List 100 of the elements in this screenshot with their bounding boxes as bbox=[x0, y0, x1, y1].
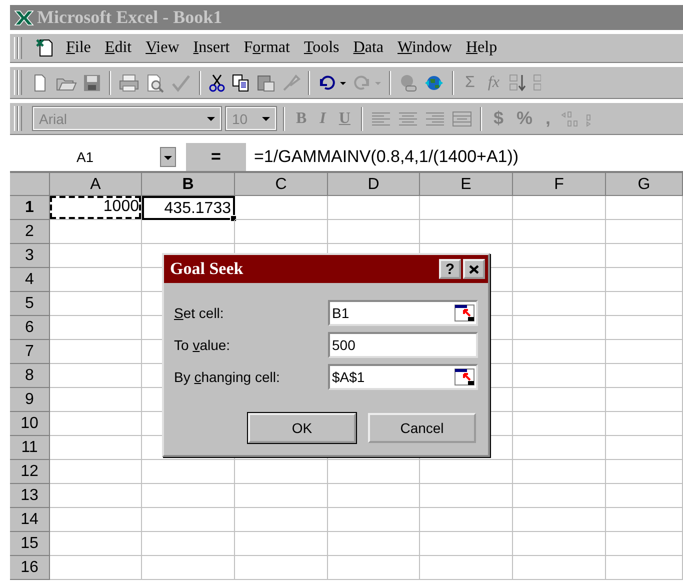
table-cell[interactable] bbox=[420, 508, 513, 532]
table-cell[interactable] bbox=[513, 316, 606, 340]
table-cell[interactable] bbox=[420, 460, 513, 484]
fill-handle[interactable] bbox=[230, 215, 237, 222]
table-cell[interactable] bbox=[420, 196, 513, 220]
input-field[interactable]: B1 bbox=[328, 300, 478, 326]
row-header[interactable]: 12 bbox=[10, 460, 50, 484]
collapse-dialog-icon[interactable] bbox=[454, 303, 476, 323]
copy-icon[interactable] bbox=[231, 72, 251, 92]
row-header[interactable]: 11 bbox=[10, 436, 50, 460]
toolbar-grip[interactable] bbox=[14, 70, 22, 95]
table-cell[interactable] bbox=[328, 532, 420, 556]
table-cell[interactable] bbox=[513, 340, 606, 364]
table-cell[interactable] bbox=[513, 388, 606, 412]
table-cell[interactable] bbox=[420, 484, 513, 508]
table-cell[interactable] bbox=[513, 364, 606, 388]
table-cell[interactable] bbox=[50, 412, 142, 436]
menu-item[interactable]: Data bbox=[346, 39, 390, 57]
row-header[interactable]: 3 bbox=[10, 244, 50, 268]
table-cell[interactable] bbox=[513, 556, 606, 580]
scissors-icon[interactable] bbox=[208, 72, 226, 92]
table-cell[interactable] bbox=[142, 508, 235, 532]
table-cell[interactable] bbox=[513, 244, 606, 268]
hyperlink-globe-icon[interactable] bbox=[398, 72, 418, 92]
table-cell[interactable] bbox=[328, 556, 420, 580]
table-cell[interactable] bbox=[50, 556, 142, 580]
table-cell[interactable] bbox=[50, 364, 142, 388]
row-header[interactable]: 16 bbox=[10, 556, 50, 580]
table-cell[interactable] bbox=[50, 220, 142, 244]
table-cell[interactable] bbox=[328, 220, 420, 244]
increase-decimal-icon[interactable] bbox=[560, 108, 580, 128]
table-cell[interactable] bbox=[606, 436, 683, 460]
menu-item[interactable]: Tools bbox=[296, 39, 346, 57]
table-cell[interactable] bbox=[50, 316, 142, 340]
column-header[interactable]: D bbox=[328, 173, 420, 196]
table-cell[interactable] bbox=[50, 532, 142, 556]
toolbar-grip[interactable] bbox=[14, 36, 22, 60]
table-cell[interactable] bbox=[235, 556, 328, 580]
help-button[interactable]: ? bbox=[439, 259, 461, 279]
row-header[interactable]: 2 bbox=[10, 220, 50, 244]
row-header[interactable]: 14 bbox=[10, 508, 50, 532]
row-header[interactable]: 15 bbox=[10, 532, 50, 556]
menu-item[interactable]: Insert bbox=[186, 39, 237, 57]
table-cell[interactable] bbox=[235, 508, 328, 532]
table-cell[interactable] bbox=[328, 508, 420, 532]
table-cell[interactable] bbox=[142, 532, 235, 556]
table-cell[interactable] bbox=[142, 460, 235, 484]
table-cell[interactable] bbox=[513, 220, 606, 244]
table-cell[interactable] bbox=[235, 532, 328, 556]
formula-field[interactable]: =1/GAMMAINV(0.8,4,1/(1400+A1)) bbox=[246, 147, 683, 167]
table-cell[interactable] bbox=[235, 484, 328, 508]
table-cell[interactable] bbox=[50, 268, 142, 292]
table-cell[interactable] bbox=[328, 460, 420, 484]
workbook-icon[interactable] bbox=[35, 38, 55, 58]
table-cell[interactable]: 1000 bbox=[50, 196, 142, 220]
collapse-dialog-icon[interactable] bbox=[454, 367, 476, 387]
row-header[interactable]: 4 bbox=[10, 268, 50, 292]
table-cell[interactable] bbox=[328, 484, 420, 508]
menu-item[interactable]: Edit bbox=[98, 39, 139, 57]
column-header[interactable]: E bbox=[420, 173, 513, 196]
table-cell[interactable] bbox=[420, 532, 513, 556]
table-cell[interactable] bbox=[50, 292, 142, 316]
table-cell[interactable] bbox=[606, 244, 683, 268]
table-cell[interactable] bbox=[513, 412, 606, 436]
menu-item[interactable]: View bbox=[138, 39, 186, 57]
table-cell[interactable] bbox=[606, 484, 683, 508]
table-cell[interactable] bbox=[513, 268, 606, 292]
row-header[interactable]: 5 bbox=[10, 292, 50, 316]
table-cell[interactable] bbox=[606, 292, 683, 316]
sort-ascending-icon[interactable] bbox=[508, 72, 528, 92]
row-header[interactable]: 6 bbox=[10, 316, 50, 340]
table-cell[interactable] bbox=[513, 196, 606, 220]
table-cell[interactable] bbox=[50, 340, 142, 364]
table-cell[interactable] bbox=[513, 292, 606, 316]
input-field[interactable]: 500 bbox=[328, 332, 478, 358]
table-cell[interactable] bbox=[606, 196, 683, 220]
table-cell[interactable] bbox=[606, 388, 683, 412]
close-button[interactable] bbox=[463, 259, 485, 279]
column-header[interactable]: F bbox=[513, 173, 606, 196]
sort-descending-icon[interactable] bbox=[533, 72, 542, 92]
table-cell[interactable] bbox=[606, 340, 683, 364]
table-cell[interactable] bbox=[142, 484, 235, 508]
table-cell[interactable] bbox=[513, 508, 606, 532]
column-header[interactable]: B bbox=[142, 173, 235, 196]
table-cell[interactable] bbox=[606, 268, 683, 292]
row-header[interactable]: 10 bbox=[10, 412, 50, 436]
table-cell[interactable] bbox=[513, 484, 606, 508]
table-cell[interactable] bbox=[513, 460, 606, 484]
table-cell[interactable] bbox=[513, 532, 606, 556]
select-all-corner[interactable] bbox=[10, 173, 50, 196]
redo-icon[interactable] bbox=[352, 72, 372, 92]
table-cell[interactable] bbox=[606, 532, 683, 556]
menu-item[interactable]: Format bbox=[236, 39, 297, 57]
undo-icon[interactable] bbox=[317, 72, 337, 92]
table-cell[interactable] bbox=[606, 508, 683, 532]
table-cell[interactable] bbox=[50, 508, 142, 532]
table-cell[interactable] bbox=[606, 556, 683, 580]
table-cell[interactable] bbox=[142, 220, 235, 244]
toolbar-grip[interactable] bbox=[14, 106, 22, 131]
print-preview-icon[interactable] bbox=[145, 72, 165, 92]
